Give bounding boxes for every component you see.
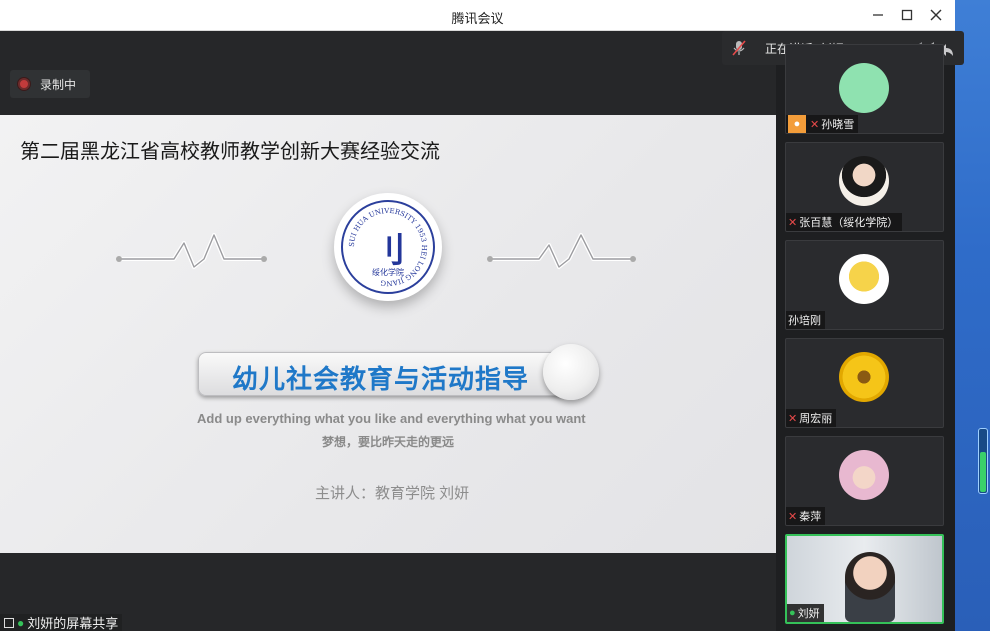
pulse-line-right-icon bbox=[487, 233, 636, 269]
window-title: 腾讯会议 bbox=[451, 11, 504, 26]
screen-share-label: ● 刘妍的屏幕共享 bbox=[0, 614, 123, 631]
participant-name: 秦萍 bbox=[799, 511, 822, 523]
participant-name: 周宏丽 bbox=[799, 413, 833, 425]
participant-name-tag: 孙培刚 bbox=[786, 311, 825, 329]
maximize-button[interactable] bbox=[894, 4, 920, 26]
title-bar: 腾讯会议 bbox=[0, 0, 955, 31]
logo-ring: SUI HUA UNIVERSITY 1953 HEI LONG JIANG 刂… bbox=[341, 200, 435, 294]
slide-title: 第二届黑龙江省高校教师教学创新大赛经验交流 bbox=[20, 141, 440, 163]
record-icon bbox=[18, 78, 30, 90]
participant-tile[interactable]: ● ✕ 孙晓雪 bbox=[785, 44, 944, 134]
participant-tile[interactable]: ✕ 秦萍 bbox=[785, 436, 944, 526]
participant-name: 刘妍 bbox=[797, 608, 820, 620]
avatar bbox=[839, 156, 889, 206]
participant-name: 孙培刚 bbox=[788, 315, 821, 327]
participant-name-tag: ● ✕ 孙晓雪 bbox=[786, 115, 859, 133]
slide-banner: 幼儿社会教育与活动指导 bbox=[198, 352, 568, 396]
slide-banner-text: 幼儿社会教育与活动指导 bbox=[232, 365, 530, 395]
close-button[interactable] bbox=[923, 4, 949, 26]
minimize-icon bbox=[873, 14, 883, 16]
user-icon: ● bbox=[788, 115, 806, 133]
mic-muted-icon: ✕ bbox=[788, 412, 798, 425]
slide-subtitle-en: Add up everything what you like and ever… bbox=[197, 411, 586, 426]
participant-name-tag: ✕ 周宏丽 bbox=[786, 409, 837, 427]
avatar bbox=[839, 63, 889, 113]
screen-share-text: 刘妍的屏幕共享 bbox=[27, 616, 119, 631]
participant-name-tag: ✕ 张百慧（绥化学院） bbox=[786, 213, 903, 231]
mic-on-icon: ● bbox=[789, 607, 796, 619]
participant-tile[interactable]: ✕ 周宏丽 bbox=[785, 338, 944, 428]
pulse-line-left-icon bbox=[116, 233, 267, 269]
participant-name: 张百慧（绥化学院） bbox=[799, 217, 899, 229]
participant-name: 孙晓雪 bbox=[821, 119, 855, 131]
volume-level bbox=[980, 452, 986, 492]
university-logo: SUI HUA UNIVERSITY 1953 HEI LONG JIANG 刂… bbox=[334, 193, 442, 301]
mic-muted-icon bbox=[732, 40, 746, 56]
mic-muted-icon: ✕ bbox=[788, 216, 798, 229]
avatar bbox=[839, 352, 889, 402]
slide-speaker: 主讲人：教育学院 刘妍 bbox=[315, 485, 470, 502]
avatar bbox=[839, 254, 889, 304]
logo-subtitle: 绥化学院 bbox=[372, 268, 404, 277]
minimize-button[interactable] bbox=[865, 4, 891, 26]
mic-on-icon: ● bbox=[17, 615, 25, 630]
avatar bbox=[839, 450, 889, 500]
logo-text-ring: SUI HUA UNIVERSITY 1953 HEI LONG JIANG bbox=[348, 207, 428, 287]
participant-tile[interactable]: 孙培刚 bbox=[785, 240, 944, 330]
mic-muted-icon: ✕ bbox=[788, 510, 798, 523]
close-icon bbox=[930, 9, 942, 21]
desktop-background bbox=[955, 0, 990, 631]
participant-tile[interactable]: ✕ 张百慧（绥化学院） bbox=[785, 142, 944, 232]
recording-indicator[interactable]: 录制中 bbox=[10, 70, 90, 98]
share-screen-icon bbox=[4, 617, 14, 628]
recording-label: 录制中 bbox=[40, 77, 77, 92]
participant-name-tag: ● 刘妍 bbox=[787, 604, 824, 622]
mic-muted-icon: ✕ bbox=[810, 118, 820, 131]
slide-subtitle-cn: 梦想，要比昨天走的更远 bbox=[322, 435, 455, 449]
participant-tile-active[interactable]: ● 刘妍 bbox=[785, 534, 944, 624]
participant-video bbox=[845, 552, 895, 622]
maximize-icon bbox=[901, 9, 913, 21]
participant-name-tag: ✕ 秦萍 bbox=[786, 507, 826, 525]
banner-knob-decoration bbox=[543, 344, 599, 400]
